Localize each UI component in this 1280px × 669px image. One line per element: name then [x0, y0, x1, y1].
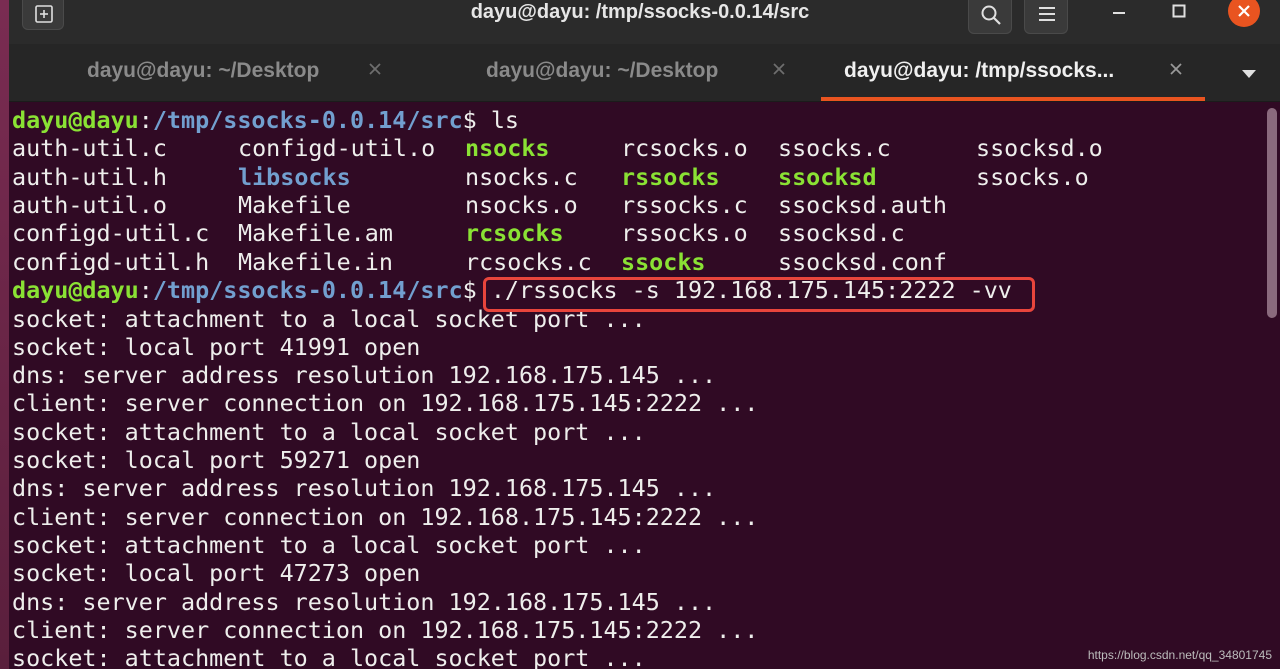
ls-entry: ssocksd.c	[778, 219, 905, 248]
maximize-icon	[1172, 4, 1186, 18]
ls-entry: auth-util.h	[12, 162, 167, 191]
terminal-output[interactable]: dayu@dayu:/tmp/ssocks-0.0.14/src$ ls aut…	[9, 102, 1265, 669]
hamburger-menu-icon	[1039, 7, 1055, 21]
output-line: socket: local port 47273 open	[12, 559, 421, 588]
search-button[interactable]	[968, 0, 1012, 34]
output-line: client: server connection on 192.168.175…	[12, 502, 759, 531]
output-line: socket: attachment to a local socket por…	[12, 530, 646, 559]
tab-label: dayu@dayu: ~/Desktop	[486, 59, 719, 82]
output-line: client: server connection on 192.168.175…	[12, 615, 759, 644]
ls-entry: rssocks	[621, 162, 720, 191]
search-icon	[981, 5, 1001, 25]
ls-entry: ssocks.c	[778, 134, 891, 163]
tab-desktop-1[interactable]: dayu@dayu: ~/Desktop	[9, 44, 409, 101]
menu-button[interactable]	[1024, 0, 1068, 34]
tab-label: dayu@dayu: /tmp/ssocks...	[844, 59, 1115, 82]
output-line: socket: attachment to a local socket por…	[12, 644, 646, 669]
tab-desktop-2[interactable]: dayu@dayu: ~/Desktop	[409, 44, 821, 101]
command-highlight-box	[483, 277, 1035, 312]
ls-entry: configd-util.c	[12, 219, 210, 248]
prompt-line: dayu@dayu:/tmp/ssocks-0.0.14/src$ ls	[12, 106, 519, 134]
output-line: client: server connection on 192.168.175…	[12, 389, 759, 418]
ls-entry: rcsocks.c	[465, 247, 592, 276]
ls-entry: configd-util.h	[12, 247, 210, 276]
active-tab-indicator	[821, 97, 1205, 101]
minimize-button[interactable]	[1104, 0, 1134, 26]
title-bar: dayu@dayu: /tmp/ssocks-0.0.14/src	[0, 0, 1280, 44]
tab-close-icon[interactable]	[1169, 62, 1183, 76]
output-line: dns: server address resolution 192.168.1…	[12, 587, 717, 616]
ls-entry: rcsocks.o	[621, 134, 748, 163]
desktop-edge	[0, 0, 9, 669]
prompt-user: dayu@dayu	[12, 276, 139, 304]
output-line: dns: server address resolution 192.168.1…	[12, 474, 717, 503]
ls-entry: rssocks.o	[621, 219, 748, 248]
ls-entry: ssocksd	[778, 162, 877, 191]
prompt-dollar: $	[462, 106, 491, 134]
ls-entry: auth-util.o	[12, 190, 167, 219]
tab-bar: dayu@dayu: ~/Desktop dayu@dayu: ~/Deskto…	[9, 44, 1280, 102]
command-text: ls	[490, 106, 519, 134]
ls-entry: nsocks.c	[465, 162, 578, 191]
ls-entry: auth-util.c	[12, 134, 167, 163]
output-line: socket: local port 59271 open	[12, 446, 421, 474]
ls-entry: ssocksd.o	[976, 134, 1103, 163]
ls-entry: Makefile.in	[238, 247, 393, 276]
prompt-path: /tmp/ssocks-0.0.14/src	[152, 276, 463, 304]
output-line: socket: attachment to a local socket por…	[12, 417, 646, 446]
ls-entry: ssocksd.auth	[778, 190, 947, 219]
close-icon	[1238, 5, 1250, 17]
ls-entry: libsocks	[238, 162, 351, 191]
tab-close-icon[interactable]	[368, 62, 382, 76]
ls-entry: ssocks	[621, 247, 706, 276]
minimize-icon	[1113, 12, 1125, 14]
ls-entry: ssocks.o	[976, 162, 1089, 191]
maximize-button[interactable]	[1164, 0, 1194, 26]
ls-entry: Makefile	[238, 190, 351, 219]
output-line: socket: local port 41991 open	[12, 332, 421, 361]
prompt-colon: :	[138, 106, 153, 134]
ls-entry: configd-util.o	[238, 134, 436, 163]
ls-entry: rcsocks	[465, 219, 564, 248]
ls-entry: nsocks.o	[465, 190, 578, 219]
chevron-down-icon[interactable]	[1241, 69, 1257, 79]
ls-entry: nsocks	[465, 134, 550, 163]
window-title: dayu@dayu: /tmp/ssocks-0.0.14/src	[470, 1, 810, 23]
scrollbar-thumb[interactable]	[1267, 108, 1277, 318]
ls-entry: ssocksd.conf	[778, 247, 947, 276]
tab-close-icon[interactable]	[772, 62, 786, 76]
watermark: https://blog.csdn.net/qq_34801745	[1087, 648, 1272, 662]
tab-ssocks-src[interactable]: dayu@dayu: /tmp/ssocks...	[821, 44, 1221, 101]
tab-label: dayu@dayu: ~/Desktop	[87, 59, 320, 82]
ls-entry: Makefile.am	[238, 219, 393, 248]
output-line: dns: server address resolution 192.168.1…	[12, 361, 717, 390]
prompt-colon: :	[138, 276, 153, 304]
ls-entry: rssocks.c	[621, 190, 748, 219]
prompt-path: /tmp/ssocks-0.0.14/src	[152, 106, 463, 134]
prompt-user: dayu@dayu	[12, 106, 139, 134]
